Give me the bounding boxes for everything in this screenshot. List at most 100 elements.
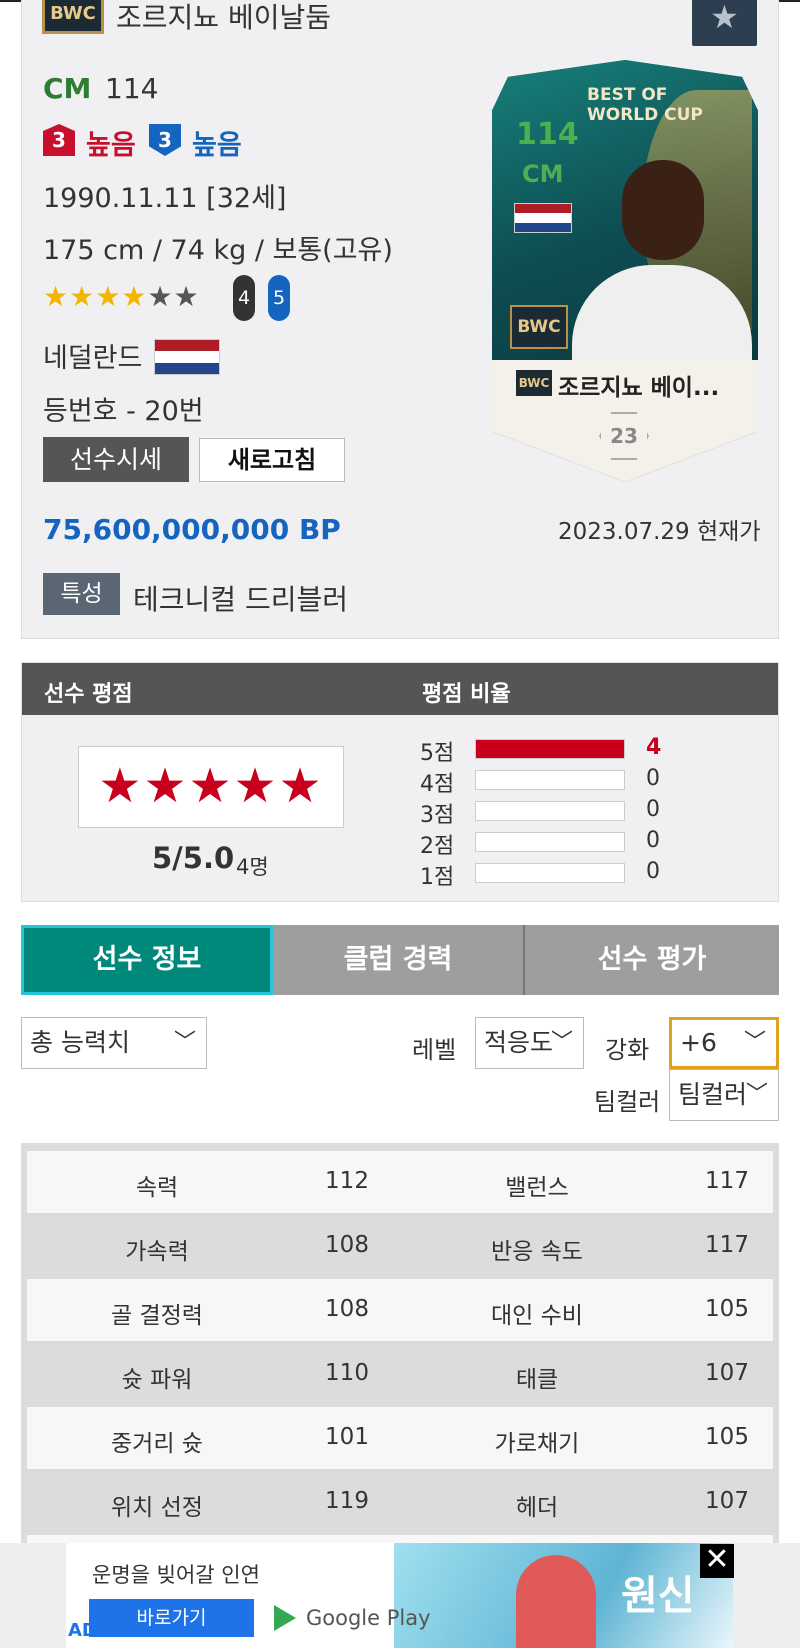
stat-value: 108 xyxy=(325,1232,369,1258)
stat-value: 117 xyxy=(705,1168,749,1194)
card-banner: BEST OF WORLD CUP xyxy=(587,85,703,125)
card-flag-icon xyxy=(514,203,572,233)
stat-name: 밸런스 xyxy=(505,1175,569,1201)
dist-bar xyxy=(475,863,625,883)
price-date: 2023.07.29 현재가 xyxy=(558,519,761,545)
dist-bar xyxy=(475,770,625,790)
dist-label: 5점 xyxy=(420,741,455,766)
refresh-button[interactable]: 새로고침 xyxy=(199,438,345,482)
player-ovr: 114 xyxy=(105,72,159,105)
player-card: BEST OF WORLD CUP 114 CM BWC BWC 조르지뇨 베이… xyxy=(492,60,758,482)
nationality: 네덜란드 xyxy=(43,343,143,374)
stat-value: 105 xyxy=(705,1296,749,1322)
upgrade-select-value: +6 xyxy=(680,1028,717,1057)
dist-count: 0 xyxy=(646,797,660,822)
tab-club-career[interactable]: 클럽 경력 xyxy=(273,925,525,995)
stat-value: 117 xyxy=(705,1232,749,1258)
stat-value: 101 xyxy=(325,1424,369,1450)
dist-count: 0 xyxy=(646,828,660,853)
trait-label: 특성 xyxy=(43,573,120,615)
teamcolor-label: 팀컬러 xyxy=(594,1088,661,1116)
physique: 175 cm / 74 kg / 보통(고유) xyxy=(43,235,393,266)
stat-value: 107 xyxy=(705,1360,749,1386)
dist-count: 0 xyxy=(646,766,660,791)
chevron-down-icon: ﹀ xyxy=(550,1030,573,1055)
ad-close-button[interactable]: ✕ xyxy=(700,1544,734,1578)
level-label: 레벨 xyxy=(412,1036,457,1064)
teamcolor-select[interactable]: 팀컬러 ﹀ xyxy=(669,1069,779,1121)
trait-value: 테크니컬 드리블러 xyxy=(133,583,348,616)
rating-score: 5/5.0 xyxy=(152,841,235,875)
stat-name: 중거리 슛 xyxy=(111,1431,203,1457)
chevron-down-icon: ﹀ xyxy=(745,1082,768,1107)
chevron-down-icon: ﹀ xyxy=(173,1030,196,1055)
stat-value: 107 xyxy=(705,1488,749,1514)
stat-name: 태클 xyxy=(515,1367,559,1393)
star-icon: ★ xyxy=(43,280,70,313)
rating-title: 선수 평점 xyxy=(44,682,133,707)
stat-name: 반응 속도 xyxy=(491,1239,583,1265)
star-icon: ★ xyxy=(121,280,148,313)
ability-select-value: 총 능력치 xyxy=(30,1028,130,1057)
dist-bar xyxy=(475,801,625,821)
dist-label: 1점 xyxy=(420,865,455,890)
skill-stars: ★★★★★★ xyxy=(43,280,200,313)
birth-date: 1990.11.11 [32세] xyxy=(43,183,287,214)
star-icon: ★ xyxy=(147,280,174,313)
price-history-button[interactable]: 선수시세 xyxy=(43,437,189,482)
star-icon: ★ xyxy=(710,0,739,36)
ad-cta-button[interactable]: 바로가기 xyxy=(89,1599,254,1637)
tab-player-info[interactable]: 선수 정보 xyxy=(21,925,273,995)
level-select[interactable]: 적응도 ﹀ xyxy=(475,1017,584,1069)
stat-name: 가속력 xyxy=(125,1239,189,1265)
season-badge: BWC xyxy=(42,0,104,34)
dist-bar xyxy=(475,739,625,759)
stat-name: 대인 수비 xyxy=(491,1303,583,1329)
stat-name: 골 결정력 xyxy=(111,1303,203,1329)
defense-workrate-label: 높음 xyxy=(192,130,242,161)
star-icon: ★ xyxy=(173,280,200,313)
card-player-name: 조르지뇨 베이... xyxy=(558,375,720,401)
stat-value: 108 xyxy=(325,1296,369,1322)
player-price: 75,600,000,000 BP xyxy=(43,513,341,546)
stat-value: 105 xyxy=(705,1424,749,1450)
attack-workrate-label: 높음 xyxy=(86,130,136,161)
dist-fill xyxy=(476,740,624,758)
rating-ratio-title: 평점 비율 xyxy=(422,682,511,707)
stat-name: 속력 xyxy=(135,1175,179,1201)
ad-game-logo: 원신 xyxy=(621,1572,695,1619)
netherlands-flag-icon xyxy=(154,339,220,375)
player-name: 조르지뇨 베이날둠 xyxy=(116,1,331,34)
tab-player-review[interactable]: 선수 평가 xyxy=(525,925,779,995)
right-foot-icon: 5 xyxy=(268,275,290,321)
favorite-star-button[interactable]: ★ xyxy=(692,0,757,46)
dist-label: 3점 xyxy=(420,803,455,828)
player-photo-head xyxy=(622,160,704,260)
star-icon: ★ xyxy=(69,280,96,313)
rating-stars[interactable]: ★★★★★ xyxy=(78,746,344,828)
google-play-icon xyxy=(274,1605,296,1631)
dist-label: 4점 xyxy=(420,772,455,797)
stat-value: 110 xyxy=(325,1360,369,1386)
ability-select[interactable]: 총 능력치 ﹀ xyxy=(21,1017,207,1069)
stat-value: 112 xyxy=(325,1168,369,1194)
ad-banner[interactable]: 원신 운명을 빚어갈 인연 바로가기 Google Play xyxy=(0,1543,800,1648)
ad-character xyxy=(516,1555,596,1648)
card-position: CM xyxy=(522,160,564,188)
rating-count: 4명 xyxy=(236,855,269,879)
dist-count: 0 xyxy=(646,859,660,884)
table-row: 중거리 슛 101 가로채기 105 xyxy=(27,1407,773,1469)
stat-name: 위치 선정 xyxy=(111,1495,203,1521)
rating-panel: 선수 평점 평점 비율 ★★★★★ 5/5.0 4명 5점 4 4점 0 3점 … xyxy=(21,662,779,902)
ad-content[interactable]: 원신 운명을 빚어갈 인연 바로가기 Google Play xyxy=(66,1543,733,1648)
card-season-logo: BWC xyxy=(510,305,568,349)
teamcolor-select-value: 팀컬러 xyxy=(678,1080,748,1109)
ad-title: 운명을 빚어갈 인연 xyxy=(92,1563,260,1587)
star-icon: ★ xyxy=(95,280,122,313)
upgrade-select[interactable]: +6 ﹀ xyxy=(669,1017,779,1069)
card-ovr: 114 xyxy=(516,117,579,152)
dist-count: 4 xyxy=(646,735,662,760)
stat-name: 슛 파워 xyxy=(121,1367,193,1393)
level-select-value: 적응도 xyxy=(484,1028,554,1057)
stat-value: 119 xyxy=(325,1488,369,1514)
